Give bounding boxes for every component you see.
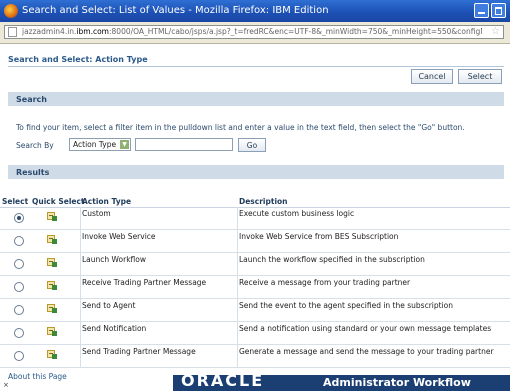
row-radio[interactable] xyxy=(14,328,24,338)
select-button[interactable]: Select xyxy=(458,69,502,84)
product-name: Administrator Workflow xyxy=(323,376,471,389)
quick-select-icon[interactable] xyxy=(47,304,57,313)
table-row: Invoke Web Service Invoke Web Service fr… xyxy=(0,230,510,253)
about-this-page-link[interactable]: About this Page xyxy=(8,372,67,381)
page-icon xyxy=(8,27,17,37)
quick-select-icon[interactable] xyxy=(47,212,57,221)
search-by-label: Search By xyxy=(16,141,54,150)
cancel-button[interactable]: Cancel xyxy=(411,69,453,84)
row-radio[interactable] xyxy=(14,305,24,315)
description-cell: Send the event to the agent specified in… xyxy=(239,301,453,310)
quick-select-icon[interactable] xyxy=(47,327,57,336)
row-radio[interactable] xyxy=(14,213,24,223)
search-section-header: Search xyxy=(8,92,504,106)
firefox-icon xyxy=(4,4,18,18)
search-input[interactable] xyxy=(135,138,233,151)
search-by-selected-value: Action Type xyxy=(73,140,117,149)
bookmark-star-icon[interactable]: ☆ xyxy=(491,26,500,37)
table-row: Custom Execute custom business logic xyxy=(0,207,510,230)
title-divider xyxy=(8,66,504,67)
search-by-select[interactable]: Action Type ▼ xyxy=(69,138,131,151)
description-cell: Send a notification using standard or yo… xyxy=(239,324,492,333)
quick-select-icon[interactable] xyxy=(47,235,57,244)
results-section-header: Results xyxy=(8,165,504,179)
table-row: Launch Workflow Launch the workflow spec… xyxy=(0,253,510,276)
search-instructions: To find your item, select a filter item … xyxy=(16,123,465,132)
page-title: Search and Select: Action Type xyxy=(8,55,148,64)
action-type-cell: Send Trading Partner Message xyxy=(82,347,196,356)
address-bar[interactable]: jazzadmin4.in.ibm.com:8000/OA_HTML/cabo/… xyxy=(4,25,504,39)
quick-select-icon[interactable] xyxy=(47,258,57,267)
description-cell: Invoke Web Service from BES Subscription xyxy=(239,232,399,241)
action-type-cell: Send to Agent xyxy=(82,301,136,310)
table-row: Send Trading Partner Message Generate a … xyxy=(0,345,510,368)
window-titlebar: Search and Select: List of Values - Mozi… xyxy=(0,0,510,22)
maximize-button[interactable] xyxy=(491,3,506,18)
action-type-cell: Receive Trading Partner Message xyxy=(82,278,207,287)
table-row: Receive Trading Partner Message Receive … xyxy=(0,276,510,299)
table-row: Send Notification Send a notification us… xyxy=(0,322,510,345)
action-type-cell: Invoke Web Service xyxy=(82,232,156,241)
window-title: Search and Select: List of Values - Mozi… xyxy=(22,5,329,16)
description-cell: Execute custom business logic xyxy=(239,209,355,218)
action-type-cell: Launch Workflow xyxy=(82,255,146,264)
url-text[interactable]: jazzadmin4.in.ibm.com:8000/OA_HTML/cabo/… xyxy=(22,27,482,36)
row-radio[interactable] xyxy=(14,236,24,246)
close-icon[interactable]: × xyxy=(3,381,9,389)
row-radio[interactable] xyxy=(14,282,24,292)
oracle-branding-bar: ORACLE Administrator Workflow xyxy=(173,371,510,391)
address-bar-area: jazzadmin4.in.ibm.com:8000/OA_HTML/cabo/… xyxy=(0,22,510,44)
row-radio[interactable] xyxy=(14,351,24,361)
go-button[interactable]: Go xyxy=(238,138,266,152)
row-radio[interactable] xyxy=(14,259,24,269)
quick-select-icon[interactable] xyxy=(47,350,57,359)
chevron-down-icon[interactable]: ▼ xyxy=(120,140,129,149)
action-type-cell: Custom xyxy=(82,209,111,218)
description-cell: Launch the workflow specified in the sub… xyxy=(239,255,425,264)
table-row: Send to Agent Send the event to the agen… xyxy=(0,299,510,322)
minimize-button[interactable] xyxy=(474,3,489,18)
description-cell: Receive a message from your trading part… xyxy=(239,278,411,287)
quick-select-icon[interactable] xyxy=(47,281,57,290)
action-type-cell: Send Notification xyxy=(82,324,147,333)
description-cell: Generate a message and send the message … xyxy=(239,347,494,356)
oracle-logo: ORACLE xyxy=(181,371,265,390)
